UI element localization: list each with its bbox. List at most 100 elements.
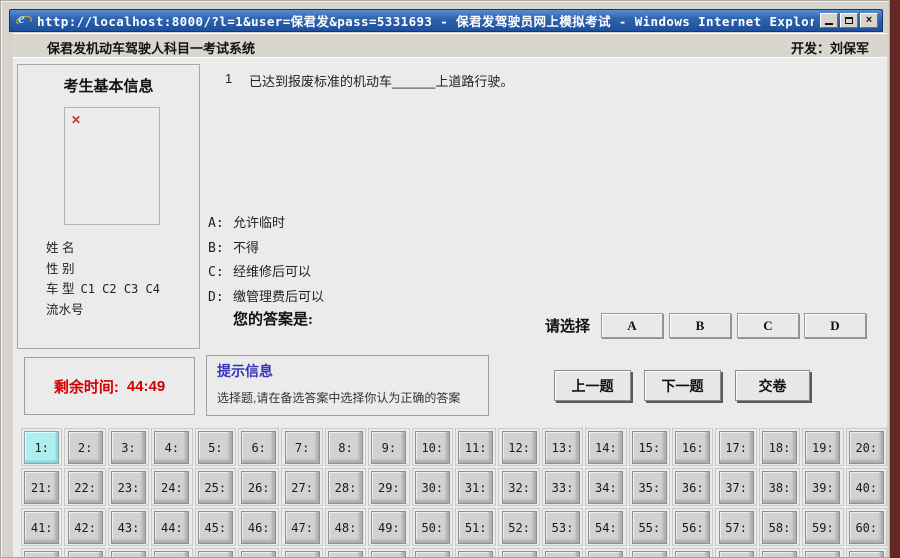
question-grid-button-36[interactable]: 36: (675, 471, 711, 504)
question-grid-button-43[interactable]: 43: (110, 511, 146, 544)
question-grid-button-54[interactable]: 54: (588, 511, 624, 544)
question-grid-button-39[interactable]: 39: (805, 471, 841, 504)
prev-question-button[interactable]: 上一题 (554, 370, 631, 401)
question-grid-button-57[interactable]: 57: (718, 511, 754, 544)
maximize-button[interactable] (840, 13, 858, 28)
question-grid-button-49[interactable]: 49: (371, 511, 407, 544)
question-grid-button-17[interactable]: 17: (718, 431, 754, 464)
question-grid-button-23[interactable]: 23: (110, 471, 146, 504)
question-grid-button-22[interactable]: 22: (67, 471, 103, 504)
question-grid-button-72[interactable]: 72: (501, 551, 537, 557)
question-grid-button-68[interactable]: 68: (327, 551, 363, 557)
question-grid-button-71[interactable]: 71: (458, 551, 494, 557)
question-grid-button-59[interactable]: 59: (805, 511, 841, 544)
question-grid-button-79[interactable]: 79: (805, 551, 841, 557)
question-grid-button-67[interactable]: 67: (284, 551, 320, 557)
question-grid-button-62[interactable]: 62: (67, 551, 103, 557)
question-grid-button-30[interactable]: 30: (414, 471, 450, 504)
titlebar[interactable]: e http://localhost:8000/?l=1&user=保君发&pa… (9, 9, 883, 32)
question-grid-button-56[interactable]: 56: (675, 511, 711, 544)
question-grid-cell: 65: (194, 548, 236, 557)
question-grid-button-26[interactable]: 26: (241, 471, 277, 504)
question-grid-button-74[interactable]: 74: (588, 551, 624, 557)
choice-button-a[interactable]: A (601, 313, 663, 338)
question-grid-button-48[interactable]: 48: (327, 511, 363, 544)
question-grid-button-5[interactable]: 5: (197, 431, 233, 464)
question-grid-button-24[interactable]: 24: (154, 471, 190, 504)
question-grid-button-37[interactable]: 37: (718, 471, 754, 504)
question-grid-cell: 38: (758, 468, 801, 506)
close-button[interactable]: × (860, 13, 878, 28)
question-grid-button-6[interactable]: 6: (241, 431, 277, 464)
question-grid-cell: 11: (455, 428, 497, 466)
question-grid-button-60[interactable]: 60: (848, 511, 884, 544)
question-grid-button-41[interactable]: 41: (24, 511, 60, 544)
question-grid-button-63[interactable]: 63: (110, 551, 146, 557)
question-grid-button-1[interactable]: 1: (24, 431, 60, 464)
question-grid-button-69[interactable]: 69: (371, 551, 407, 557)
question-grid-button-28[interactable]: 28: (327, 471, 363, 504)
question-grid-button-78[interactable]: 78: (761, 551, 797, 557)
question-grid-cell: 49: (368, 508, 410, 546)
question-grid-button-52[interactable]: 52: (501, 511, 537, 544)
question-grid-cell: 54: (585, 508, 627, 546)
question-grid-button-33[interactable]: 33: (544, 471, 580, 504)
question-grid-button-80[interactable]: 80: (848, 551, 884, 557)
question-grid-button-65[interactable]: 65: (197, 551, 233, 557)
question-grid-button-11[interactable]: 11: (458, 431, 494, 464)
question-grid-button-32[interactable]: 32: (501, 471, 537, 504)
question-grid-button-77[interactable]: 77: (718, 551, 754, 557)
question-grid-button-34[interactable]: 34: (588, 471, 624, 504)
question-grid-button-53[interactable]: 53: (544, 511, 580, 544)
question-grid-button-3[interactable]: 3: (110, 431, 146, 464)
question-grid-button-45[interactable]: 45: (197, 511, 233, 544)
question-grid-button-13[interactable]: 13: (544, 431, 580, 464)
question-grid-button-58[interactable]: 58: (761, 511, 797, 544)
question-grid-button-27[interactable]: 27: (284, 471, 320, 504)
question-grid-button-66[interactable]: 66: (241, 551, 277, 557)
question-grid-button-47[interactable]: 47: (284, 511, 320, 544)
question-grid-button-10[interactable]: 10: (414, 431, 450, 464)
question-grid-button-64[interactable]: 64: (154, 551, 190, 557)
question-grid-button-2[interactable]: 2: (67, 431, 103, 464)
question-grid-button-8[interactable]: 8: (327, 431, 363, 464)
question-grid-button-70[interactable]: 70: (414, 551, 450, 557)
choice-button-c[interactable]: C (737, 313, 799, 338)
question-grid-button-19[interactable]: 19: (805, 431, 841, 464)
question-grid-button-4[interactable]: 4: (154, 431, 190, 464)
question-grid-button-51[interactable]: 51: (458, 511, 494, 544)
question-grid-button-16[interactable]: 16: (675, 431, 711, 464)
question-grid-button-29[interactable]: 29: (371, 471, 407, 504)
submit-paper-button[interactable]: 交卷 (735, 370, 810, 401)
question-grid-button-42[interactable]: 42: (67, 511, 103, 544)
question-grid-button-38[interactable]: 38: (761, 471, 797, 504)
option-text: 允许临时 (233, 215, 286, 230)
question-grid-cell: 32: (498, 468, 540, 506)
question-grid-button-40[interactable]: 40: (848, 471, 884, 504)
question-grid-button-55[interactable]: 55: (631, 511, 667, 544)
question-grid-button-7[interactable]: 7: (284, 431, 320, 464)
question-grid-cell: 3: (107, 428, 150, 466)
question-grid-button-35[interactable]: 35: (631, 471, 667, 504)
question-grid-button-25[interactable]: 25: (197, 471, 233, 504)
question-grid-button-14[interactable]: 14: (588, 431, 624, 464)
next-question-button[interactable]: 下一题 (644, 370, 721, 401)
question-grid-button-73[interactable]: 73: (544, 551, 580, 557)
choice-button-b[interactable]: B (669, 313, 731, 338)
question-grid-button-76[interactable]: 76: (675, 551, 711, 557)
question-grid-button-21[interactable]: 21: (24, 471, 60, 504)
question-grid-button-9[interactable]: 9: (371, 431, 407, 464)
question-grid-button-61[interactable]: 61: (24, 551, 60, 557)
question-grid-button-15[interactable]: 15: (631, 431, 667, 464)
timer-value: 44:49 (126, 377, 166, 395)
question-grid-button-46[interactable]: 46: (241, 511, 277, 544)
question-grid-button-31[interactable]: 31: (458, 471, 494, 504)
question-grid-button-44[interactable]: 44: (154, 511, 190, 544)
question-grid-button-12[interactable]: 12: (501, 431, 537, 464)
question-grid-button-75[interactable]: 75: (631, 551, 667, 557)
question-grid-button-18[interactable]: 18: (761, 431, 797, 464)
choice-button-d[interactable]: D (804, 313, 866, 338)
question-grid-button-20[interactable]: 20: (848, 431, 884, 464)
question-grid-button-50[interactable]: 50: (414, 511, 450, 544)
minimize-button[interactable] (820, 13, 838, 28)
